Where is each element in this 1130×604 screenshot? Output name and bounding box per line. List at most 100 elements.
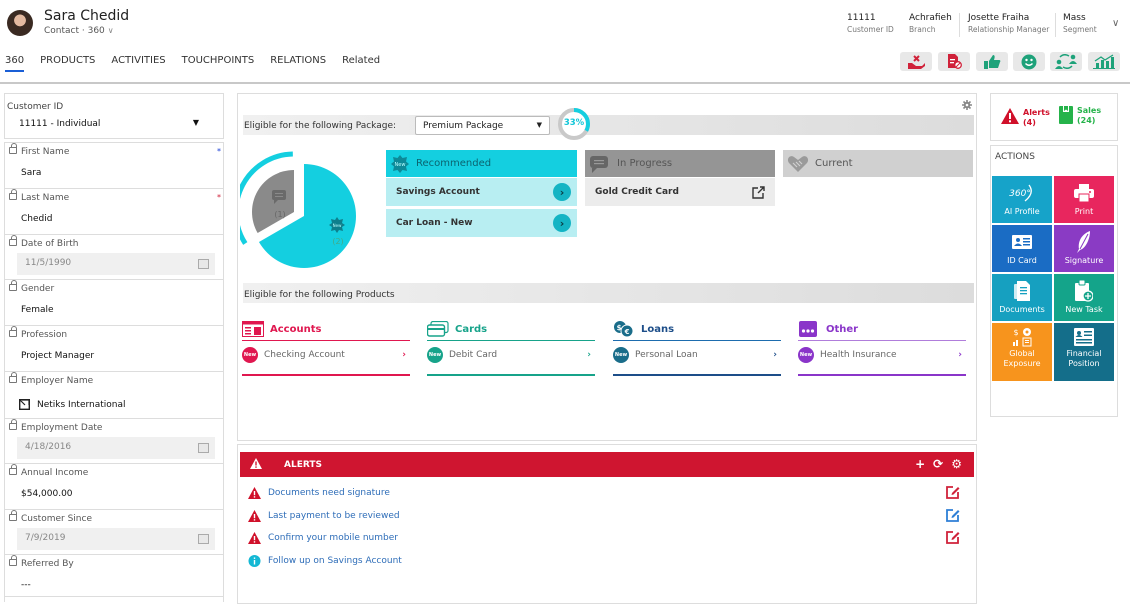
calendar-icon[interactable] bbox=[198, 443, 209, 453]
tab-activities[interactable]: ACTIVITIES bbox=[111, 55, 165, 72]
alert-item[interactable]: Documents need signature bbox=[248, 486, 390, 500]
lookup-value[interactable]: Netiks International bbox=[19, 399, 126, 410]
add-icon[interactable]: + bbox=[915, 457, 925, 471]
action-financial-position[interactable]: Financial Position bbox=[1054, 323, 1114, 381]
product-item-label: Debit Card bbox=[449, 350, 498, 360]
alert-item[interactable]: Follow up on Savings Account bbox=[248, 554, 402, 568]
field-value[interactable]: $54,000.00 bbox=[21, 489, 73, 499]
tab-relations[interactable]: RELATIONS bbox=[270, 55, 326, 72]
calendar-icon[interactable] bbox=[198, 259, 209, 269]
alert-item[interactable]: Confirm your mobile number bbox=[248, 531, 398, 545]
sales-summary-count: (24) bbox=[1077, 116, 1096, 125]
in-progress-column-title: In Progress bbox=[617, 158, 673, 169]
field-value[interactable]: Sara bbox=[21, 168, 41, 178]
external-link-icon[interactable] bbox=[752, 186, 765, 199]
chevron-right-icon[interactable]: › bbox=[553, 214, 571, 232]
alert-text: Documents need signature bbox=[268, 488, 390, 498]
chevron-right-icon[interactable]: › bbox=[402, 350, 406, 360]
edit-icon[interactable] bbox=[946, 530, 960, 544]
action-id-card[interactable]: ID Card bbox=[992, 225, 1052, 272]
avatar[interactable] bbox=[7, 10, 33, 36]
recommended-item[interactable]: Car Loan - New › bbox=[386, 209, 577, 237]
account-record-icon bbox=[19, 399, 30, 410]
field-value[interactable]: Female bbox=[21, 305, 54, 315]
field-label: Profession bbox=[9, 326, 67, 340]
chevron-right-icon[interactable]: › bbox=[773, 350, 777, 360]
record-header: Sara Chedid Contact · 360 ∨ 360 PRODUCTS … bbox=[0, 0, 1130, 84]
package-label: Eligible for the following Package: bbox=[244, 121, 397, 131]
in-progress-item[interactable]: Gold Credit Card bbox=[585, 178, 775, 206]
quick-action-satisfaction-button[interactable] bbox=[1013, 52, 1045, 71]
donut-slice-in-progress[interactable] bbox=[252, 170, 294, 233]
product-item[interactable]: New Health Insurance › bbox=[798, 346, 966, 364]
expand-header-chevron-icon[interactable]: ∨ bbox=[1112, 18, 1119, 29]
summary-panel: Alerts (4) Sales (24) bbox=[990, 93, 1118, 141]
product-item[interactable]: New Checking Account › bbox=[242, 346, 410, 364]
dropdown-arrow-icon[interactable]: ▼ bbox=[193, 118, 199, 127]
quick-action-relations-button[interactable] bbox=[1050, 52, 1082, 71]
new-badge-icon: New bbox=[329, 217, 345, 233]
field-employer-name: Employer Name Netiks International bbox=[5, 372, 223, 419]
handshake-heart-icon bbox=[787, 155, 809, 172]
chevron-right-icon[interactable]: › bbox=[958, 350, 962, 360]
quick-action-like-button[interactable] bbox=[976, 52, 1008, 71]
financial-report-icon: $ bbox=[1013, 328, 1032, 347]
lock-icon bbox=[9, 464, 17, 475]
form-selector[interactable]: Contact · 360 ∨ bbox=[44, 26, 114, 36]
people-exchange-icon bbox=[1055, 54, 1077, 69]
settings-gear-icon[interactable]: ⚙ bbox=[951, 457, 962, 471]
product-item[interactable]: New Personal Loan › bbox=[613, 346, 781, 364]
product-item[interactable]: New Debit Card › bbox=[427, 346, 595, 364]
alert-item[interactable]: Last payment to be reviewed bbox=[248, 509, 400, 523]
field-value[interactable]: --- bbox=[21, 580, 31, 590]
accounts-icon bbox=[242, 321, 264, 337]
action-label: New Task bbox=[1065, 305, 1103, 314]
package-select[interactable]: Premium Package ▼ bbox=[415, 116, 550, 135]
action-signature[interactable]: Signature bbox=[1054, 225, 1114, 272]
refresh-icon[interactable]: ⟳ bbox=[933, 457, 943, 471]
divider bbox=[242, 374, 410, 376]
calendar-icon[interactable] bbox=[198, 534, 209, 544]
smiley-icon bbox=[1021, 54, 1037, 69]
edit-icon[interactable] bbox=[946, 508, 960, 522]
field-employment-date: Employment Date 4/18/2016 bbox=[5, 419, 223, 464]
recommended-item[interactable]: Savings Account › bbox=[386, 178, 577, 206]
chevron-right-icon[interactable]: › bbox=[587, 350, 591, 360]
date-input[interactable]: 11/5/1990 bbox=[17, 253, 215, 275]
tab-products[interactable]: PRODUCTS bbox=[40, 55, 95, 72]
product-category-accounts: Accounts New Checking Account › bbox=[242, 318, 410, 380]
field-label: First Name bbox=[9, 143, 69, 157]
customer-id-field[interactable]: Customer ID 11111 - Individual ▼ bbox=[4, 93, 224, 139]
lock-icon bbox=[9, 372, 17, 383]
action-label: Signature bbox=[1064, 256, 1104, 265]
field-customer-since: Customer Since 7/9/2019 bbox=[5, 510, 223, 555]
alerts-title: ALERTS bbox=[284, 460, 322, 470]
action-print[interactable]: Print bbox=[1054, 176, 1114, 223]
chevron-right-icon[interactable]: › bbox=[553, 183, 571, 201]
divider bbox=[798, 340, 966, 341]
action-global-exposure[interactable]: $ Global Exposure bbox=[992, 323, 1052, 381]
settings-gear-icon[interactable] bbox=[962, 100, 972, 110]
category-header: Accounts bbox=[242, 320, 321, 338]
tab-360[interactable]: 360 bbox=[5, 55, 25, 72]
field-value[interactable]: Project Manager bbox=[21, 351, 94, 361]
quick-action-document-button[interactable] bbox=[938, 52, 970, 71]
sales-book-icon bbox=[1059, 106, 1073, 124]
date-input[interactable]: 7/9/2019 bbox=[17, 528, 215, 550]
header-field-relationship-manager: Josette Fraiha Relationship Manager bbox=[968, 13, 1049, 34]
tab-related[interactable]: Related bbox=[342, 55, 380, 72]
edit-icon[interactable] bbox=[946, 485, 960, 499]
category-header: Other bbox=[798, 320, 858, 338]
action-ai-profile[interactable]: 360° AI Profile bbox=[992, 176, 1052, 223]
sales-summary[interactable]: Sales (24) bbox=[1059, 106, 1101, 126]
date-input[interactable]: 4/18/2016 bbox=[17, 437, 215, 459]
quick-action-growth-button[interactable] bbox=[1088, 52, 1120, 71]
alerts-summary[interactable]: Alerts (4) bbox=[1001, 108, 1050, 128]
tab-touchpoints[interactable]: TOUCHPOINTS bbox=[182, 55, 255, 72]
quick-action-reject-button[interactable] bbox=[900, 52, 932, 71]
package-status-donut: (1) New (2) bbox=[240, 151, 356, 268]
date-value: 7/9/2019 bbox=[25, 533, 66, 543]
action-documents[interactable]: Documents bbox=[992, 274, 1052, 321]
field-value[interactable]: Chedid bbox=[21, 214, 52, 224]
action-new-task[interactable]: New Task bbox=[1054, 274, 1114, 321]
